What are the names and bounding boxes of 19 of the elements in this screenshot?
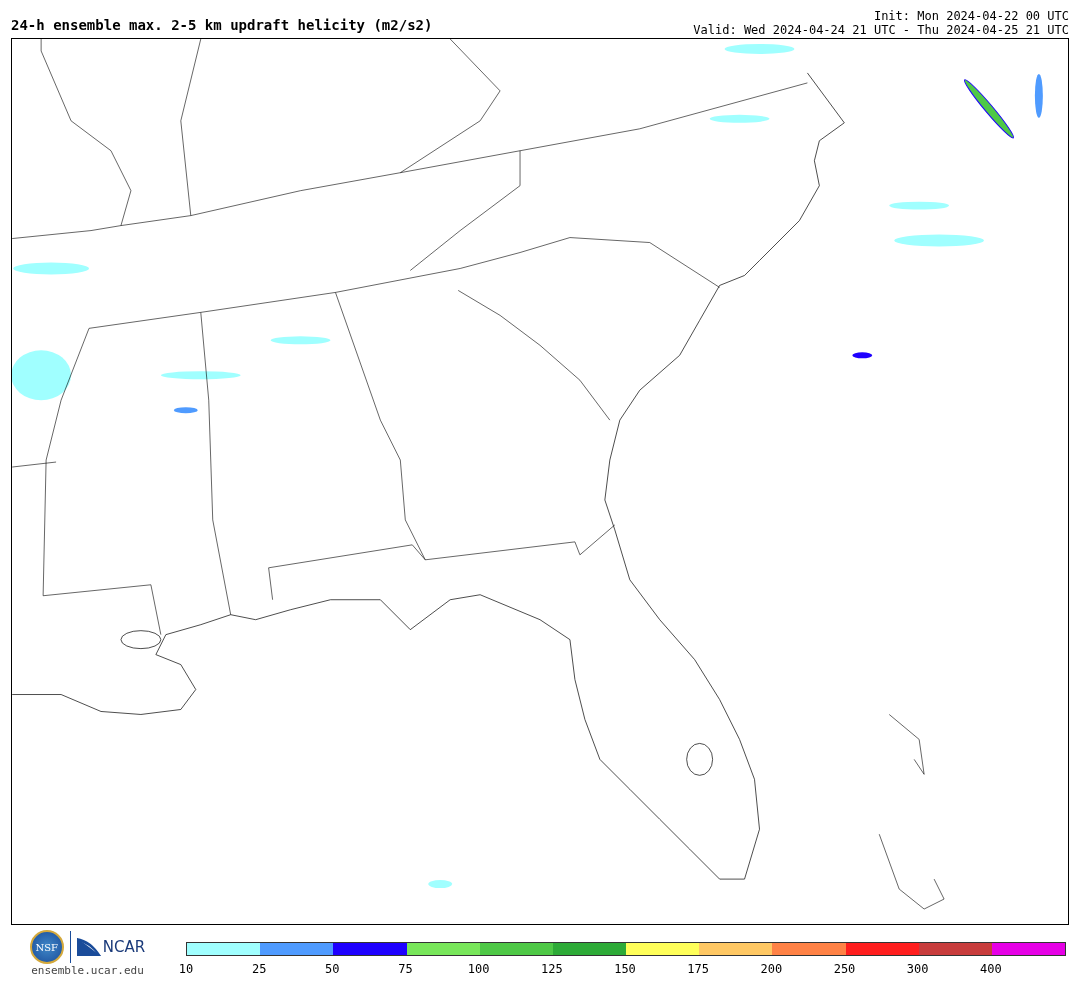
scale-tick-label: 10 <box>178 962 194 976</box>
scale-tick-label: 150 <box>614 962 636 976</box>
scale-tick-label: 200 <box>760 962 783 976</box>
scale-tick-label: 175 <box>687 962 709 976</box>
scale-tick-label: 250 <box>833 962 856 976</box>
scale-tick-label: 400 <box>980 962 1002 976</box>
ncar-logo: NCAR <box>102 938 146 956</box>
website-url: ensemble.ucar.edu <box>31 964 144 977</box>
scale-tick-label: 100 <box>467 962 490 976</box>
scale-tick-label: 25 <box>251 962 267 976</box>
ncar-logo-icon <box>76 938 101 956</box>
nsf-logo: NSF <box>29 930 64 964</box>
scale-tick-label: 75 <box>398 962 413 976</box>
scale-tick-label: 125 <box>541 962 563 976</box>
scale-tick-label: 300 <box>906 962 929 976</box>
chart-title: 24-h ensemble max. 2-5 km updraft helicity (m2/s2) <box>11 17 433 35</box>
scale-tick-label: 50 <box>325 962 340 976</box>
init-time: Init: Mon 2024-04-22 00 UTC <box>873 9 1069 23</box>
valid-time: Valid: Wed 2024-04-24 21 UTC - Thu 2024-04-25 21 UTC <box>693 23 1069 37</box>
